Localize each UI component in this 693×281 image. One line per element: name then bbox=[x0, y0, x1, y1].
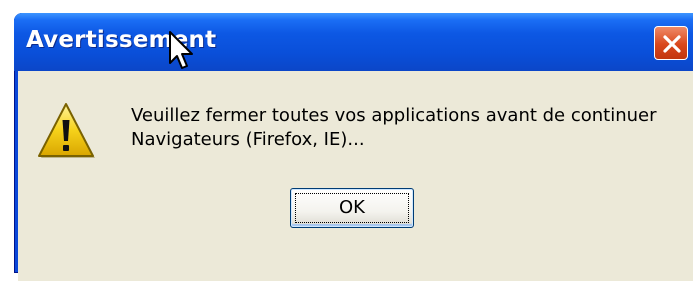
arrow-cursor-icon bbox=[169, 31, 193, 69]
title-bar[interactable]: Avertissement bbox=[14, 13, 693, 71]
message-line-2: Navigateurs (Firefox, IE)... bbox=[131, 129, 365, 150]
close-button[interactable] bbox=[654, 26, 688, 60]
warning-dialog: Avertissement Veuillez fermer toutes vos… bbox=[14, 13, 693, 281]
dialog-body: Veuillez fermer toutes vos applications … bbox=[18, 71, 693, 281]
dialog-message: Veuillez fermer toutes vos applications … bbox=[131, 104, 657, 152]
close-x-icon bbox=[663, 35, 681, 53]
message-line-1: Veuillez fermer toutes vos applications … bbox=[131, 105, 657, 126]
ok-button[interactable]: OK bbox=[290, 188, 414, 228]
ok-button-label: OK bbox=[339, 197, 365, 218]
warning-exclamation-icon bbox=[38, 103, 95, 158]
